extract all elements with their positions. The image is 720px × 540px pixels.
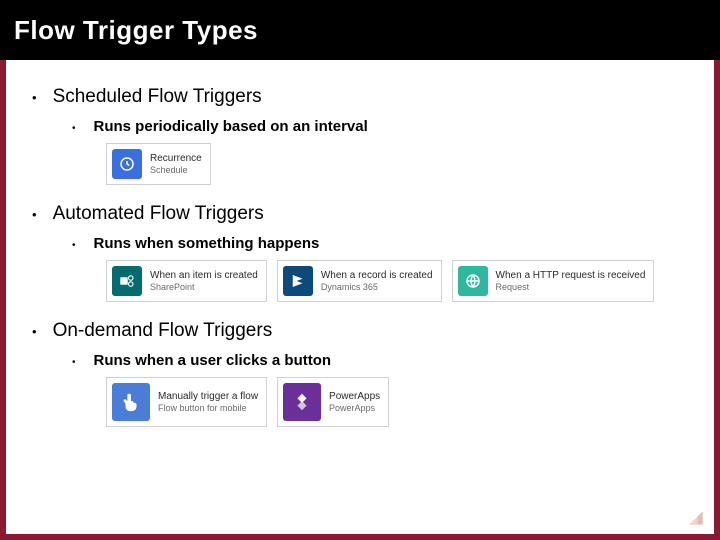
section-heading-row: • Automated Flow Triggers bbox=[14, 203, 706, 225]
trigger-card-dynamics: When a record is created Dynamics 365 bbox=[277, 260, 442, 302]
section-heading: Scheduled Flow Triggers bbox=[53, 86, 262, 108]
bullet-icon: • bbox=[72, 358, 76, 368]
section-heading: On-demand Flow Triggers bbox=[53, 320, 273, 342]
powerapps-icon bbox=[283, 383, 321, 421]
card-title: When an item is created bbox=[150, 270, 258, 282]
trigger-type-list: • Scheduled Flow Triggers • Runs periodi… bbox=[14, 86, 706, 427]
section-ondemand: • On-demand Flow Triggers • Runs when a … bbox=[14, 320, 706, 427]
slide-title: Flow Trigger Types bbox=[14, 15, 258, 46]
section-sub-row: • Runs periodically based on an interval bbox=[14, 118, 706, 135]
section-heading: Automated Flow Triggers bbox=[53, 203, 264, 225]
card-text: When an item is created SharePoint bbox=[150, 270, 258, 292]
slide-header: Flow Trigger Types bbox=[0, 0, 720, 60]
clock-icon bbox=[112, 149, 142, 179]
cards-row: Recurrence Schedule bbox=[14, 143, 706, 185]
cards-row: When an item is created SharePoint When … bbox=[14, 260, 706, 302]
card-text: PowerApps PowerApps bbox=[329, 391, 380, 413]
watermark-icon bbox=[686, 508, 706, 528]
dynamics-icon bbox=[283, 266, 313, 296]
section-sub: Runs when a user clicks a button bbox=[94, 352, 332, 369]
trigger-card-powerapps: PowerApps PowerApps bbox=[277, 377, 389, 427]
section-sub-row: • Runs when something happens bbox=[14, 235, 706, 252]
card-sub: Request bbox=[496, 282, 646, 292]
bullet-icon: • bbox=[72, 124, 76, 134]
trigger-card-recurrence: Recurrence Schedule bbox=[106, 143, 211, 185]
card-text: When a HTTP request is received Request bbox=[496, 270, 646, 292]
card-title: Manually trigger a flow bbox=[158, 391, 258, 403]
section-heading-row: • On-demand Flow Triggers bbox=[14, 320, 706, 342]
card-sub: Flow button for mobile bbox=[158, 403, 258, 413]
section-scheduled: • Scheduled Flow Triggers • Runs periodi… bbox=[14, 86, 706, 185]
section-sub: Runs periodically based on an interval bbox=[94, 118, 368, 135]
card-title: When a HTTP request is received bbox=[496, 270, 646, 282]
card-text: When a record is created Dynamics 365 bbox=[321, 270, 433, 292]
card-sub: Schedule bbox=[150, 165, 202, 175]
bullet-icon: • bbox=[32, 91, 37, 104]
card-title: Recurrence bbox=[150, 153, 202, 165]
section-sub: Runs when something happens bbox=[94, 235, 320, 252]
card-text: Recurrence Schedule bbox=[150, 153, 202, 175]
bullet-icon: • bbox=[32, 325, 37, 338]
card-sub: Dynamics 365 bbox=[321, 282, 433, 292]
sharepoint-icon bbox=[112, 266, 142, 296]
section-automated: • Automated Flow Triggers • Runs when so… bbox=[14, 203, 706, 302]
slide-body: • Scheduled Flow Triggers • Runs periodi… bbox=[6, 60, 714, 534]
section-sub-row: • Runs when a user clicks a button bbox=[14, 352, 706, 369]
card-sub: SharePoint bbox=[150, 282, 258, 292]
section-heading-row: • Scheduled Flow Triggers bbox=[14, 86, 706, 108]
card-title: PowerApps bbox=[329, 391, 380, 403]
cards-row: Manually trigger a flow Flow button for … bbox=[14, 377, 706, 427]
card-sub: PowerApps bbox=[329, 403, 380, 413]
tap-icon bbox=[112, 383, 150, 421]
bullet-icon: • bbox=[32, 208, 37, 221]
trigger-card-sharepoint: When an item is created SharePoint bbox=[106, 260, 267, 302]
trigger-card-http: When a HTTP request is received Request bbox=[452, 260, 655, 302]
bullet-icon: • bbox=[72, 241, 76, 251]
trigger-card-manual: Manually trigger a flow Flow button for … bbox=[106, 377, 267, 427]
card-title: When a record is created bbox=[321, 270, 433, 282]
card-text: Manually trigger a flow Flow button for … bbox=[158, 391, 258, 413]
http-icon bbox=[458, 266, 488, 296]
